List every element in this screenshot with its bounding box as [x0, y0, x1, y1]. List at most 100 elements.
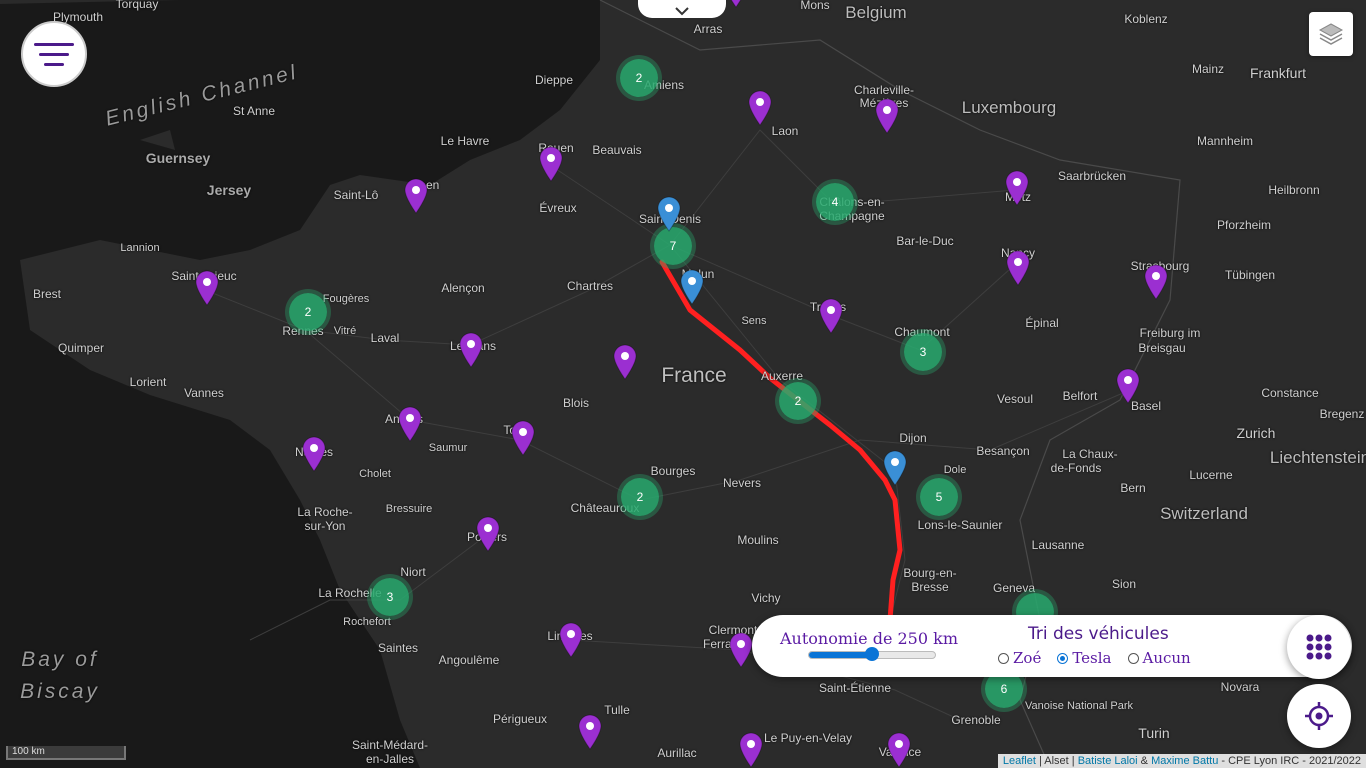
charging-station-pin-icon[interactable] — [723, 0, 749, 8]
station-cluster[interactable]: 5 — [920, 478, 958, 516]
attribution-text: - CPE Lyon IRC - 2021/2022 — [1218, 755, 1361, 767]
charging-station-pin-icon[interactable] — [656, 196, 682, 232]
station-cluster[interactable]: 2 — [779, 382, 817, 420]
map-label-rochefort: Rochefort — [343, 616, 391, 628]
map-label-vannes: Vannes — [184, 386, 224, 400]
charging-station-pin-icon[interactable] — [577, 714, 603, 750]
sort-option-zoe[interactable]: Zoé — [998, 649, 1041, 667]
charging-station-pin-icon[interactable] — [874, 98, 900, 134]
station-cluster[interactable]: 3 — [371, 578, 409, 616]
autonomy-slider[interactable] — [808, 647, 936, 661]
menu-button[interactable] — [21, 21, 87, 87]
top-dropdown-toggle[interactable] — [638, 0, 726, 18]
map-label-lorient: Lorient — [129, 375, 167, 389]
map-attribution: Leaflet | Alset | Batiste Laloi & Maxime… — [997, 754, 1366, 768]
map-label-lannion: Lannion — [120, 242, 160, 254]
charging-station-pin-icon[interactable] — [403, 178, 429, 214]
charging-station-pin-icon[interactable] — [738, 732, 764, 768]
map-scale: 100 km — [6, 746, 126, 760]
map-label-laval: Laval — [370, 331, 400, 345]
radio-aucun[interactable] — [1127, 652, 1139, 664]
map-label-nevers: Nevers — [722, 476, 762, 490]
charging-station-pin-icon[interactable] — [612, 344, 638, 380]
charging-station-pin-icon[interactable] — [458, 332, 484, 368]
map-label-saumur: Saumur — [428, 442, 468, 454]
sort-option-tesla[interactable]: Tesla — [1057, 649, 1112, 667]
charging-station-pin-icon[interactable] — [397, 406, 423, 442]
map-label-en-jalles: en-Jalles — [365, 752, 415, 766]
charging-station-pin-icon[interactable] — [301, 436, 327, 472]
map-label-laon: Laon — [771, 124, 799, 138]
map-label-novara: Novara — [1220, 680, 1260, 694]
sort-option-label: Tesla — [1072, 649, 1112, 667]
charging-station-pin-icon[interactable] — [1005, 250, 1031, 286]
map-label-aurillac: Aurillac — [657, 746, 697, 760]
grid-button[interactable] — [1287, 615, 1351, 679]
station-cluster[interactable]: 3 — [904, 333, 942, 371]
map-label-niort: Niort — [400, 565, 426, 579]
map-label-quimper: Quimper — [57, 341, 105, 355]
map-label-bar-le-duc: Bar-le-Duc — [896, 234, 954, 248]
map-label-saint-lo: Saint-Lô — [333, 188, 379, 202]
charging-station-pin-icon[interactable] — [510, 420, 536, 456]
radio-zoe[interactable] — [998, 652, 1009, 664]
station-cluster[interactable]: 4 — [816, 183, 854, 221]
map-label-pforzheim: Pforzheim — [1216, 218, 1272, 232]
map-label-bresse: Bresse — [911, 580, 949, 594]
map-label-bourg: Bourg-en- — [903, 566, 957, 580]
sort-option-aucun[interactable]: Aucun — [1127, 649, 1191, 667]
map-label-guernsey: Guernsey — [145, 150, 211, 166]
charging-station-pin-icon[interactable] — [818, 298, 844, 334]
map-label-sur-yon: sur-Yon — [304, 519, 346, 533]
map-label-epinal: Épinal — [1025, 316, 1059, 330]
map-label-de-fonds: de-Fonds — [1050, 461, 1102, 475]
map-label-mons: Mons — [800, 0, 830, 12]
autonomy-slider-thumb[interactable] — [865, 647, 879, 661]
map-label-koblenz: Koblenz — [1124, 12, 1168, 26]
map-label-dijon: Dijon — [899, 431, 927, 445]
map-label-mainz: Mainz — [1191, 62, 1225, 76]
station-cluster[interactable]: 7 — [654, 227, 692, 265]
charging-station-pin-icon[interactable] — [475, 516, 501, 552]
charging-station-pin-icon[interactable] — [882, 450, 908, 486]
map-label-bay-of-biscay-1: Bay of — [21, 648, 99, 671]
charging-station-pin-icon[interactable] — [1004, 170, 1030, 206]
map-label-vichy: Vichy — [751, 591, 781, 605]
locate-button[interactable] — [1287, 684, 1351, 748]
charging-station-pin-icon[interactable] — [1143, 264, 1169, 300]
map-label-alencon: Alençon — [441, 281, 485, 295]
map-label-liechtenstein: Liechtenstein — [1269, 448, 1366, 467]
charging-station-pin-icon[interactable] — [747, 90, 773, 126]
map-label-cholet: Cholet — [359, 468, 391, 480]
map-label-saint-etienne: Saint-Étienne — [818, 681, 892, 695]
charging-station-pin-icon[interactable] — [728, 632, 754, 668]
map-label-luxembourg: Luxembourg — [961, 98, 1057, 117]
layers-button[interactable] — [1309, 12, 1353, 56]
map-label-bourges: Bourges — [650, 464, 696, 478]
map-label-grenoble: Grenoble — [951, 713, 1001, 727]
station-cluster[interactable]: 2 — [620, 59, 658, 97]
charging-station-pin-icon[interactable] — [538, 146, 564, 182]
map-label-le-havre: Le Havre — [440, 134, 490, 148]
leaflet-link[interactable]: Leaflet — [1003, 755, 1036, 767]
charging-station-pin-icon[interactable] — [194, 270, 220, 306]
map-label-zurich: Zurich — [1236, 425, 1276, 441]
station-cluster[interactable]: 2 — [289, 293, 327, 331]
map-label-vanoise: Vanoise National Park — [1024, 700, 1134, 712]
map-label-brest: Brest — [32, 287, 62, 301]
author-link-2[interactable]: Maxime Battu — [1151, 755, 1218, 767]
map-label-arras: Arras — [693, 22, 723, 36]
map-label-beauvais: Beauvais — [592, 143, 642, 157]
map-label-bregenz: Bregenz — [1319, 407, 1365, 421]
author-link-1[interactable]: Batiste Laloi — [1078, 755, 1138, 767]
radio-tesla[interactable] — [1057, 652, 1069, 664]
charging-station-pin-icon[interactable] — [886, 732, 912, 768]
charging-station-pin-icon[interactable] — [558, 622, 584, 658]
sort-option-label: Aucun — [1142, 649, 1191, 667]
map-label-sens: Sens — [741, 315, 767, 327]
charging-station-pin-icon[interactable] — [679, 269, 705, 305]
map-label-tubingen: Tübingen — [1224, 268, 1276, 282]
map-label-moulins: Moulins — [737, 533, 779, 547]
station-cluster[interactable]: 2 — [621, 478, 659, 516]
charging-station-pin-icon[interactable] — [1115, 368, 1141, 404]
